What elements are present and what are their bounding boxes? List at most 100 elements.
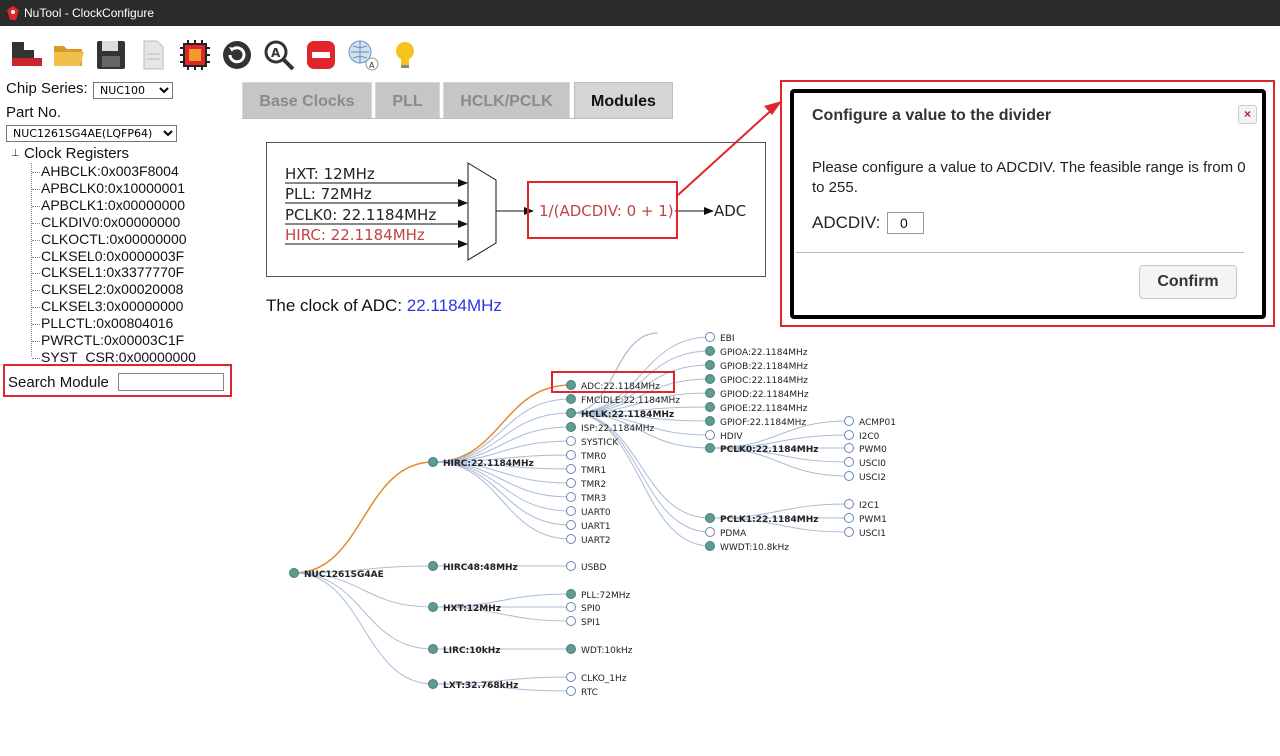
register-item[interactable]: PLLCTL:0x00804016 [41,315,173,331]
module-node[interactable]: TMR3 [580,494,606,504]
register-item[interactable]: AHBCLK:0x003F8004 [41,163,179,179]
module-node[interactable]: WDT:10kHz [581,646,633,656]
tree-node-dot[interactable] [844,499,854,509]
tree-node-dot[interactable] [566,422,576,432]
module-node[interactable]: ACMP01 [859,418,896,428]
mux-input-hirc[interactable]: HIRC: 22.1184MHz [285,226,425,244]
tree-node-dot[interactable] [566,408,576,418]
module-node[interactable]: GPIOA:22.1184MHz [720,348,808,358]
open-folder-icon[interactable] [52,38,86,72]
chip-series-select[interactable]: NUC100 [93,82,173,99]
tree-node-dot[interactable] [428,602,438,612]
tree-node-dot[interactable] [844,443,854,453]
tab-modules[interactable]: Modules [574,82,673,119]
tree-node-dot[interactable] [566,686,576,696]
module-node[interactable]: USBD [581,563,606,573]
module-node[interactable]: USCI1 [859,529,886,539]
module-node[interactable]: TMR2 [580,480,606,490]
globe-language-icon[interactable]: A [346,38,380,72]
module-node[interactable]: GPIOB:22.1184MHz [720,362,808,372]
tree-node-dot[interactable] [705,541,715,551]
tree-node-dot[interactable] [844,471,854,481]
tree-node-dot[interactable] [705,513,715,523]
search-zoom-icon[interactable]: A [262,38,296,72]
module-node[interactable]: UART1 [581,522,611,532]
tree-node-dot[interactable] [566,534,576,544]
register-item[interactable]: CLKSEL1:0x3377770F [41,264,184,280]
clock-registers-tree-root[interactable]: Clock Registers [24,145,129,162]
tree-node-dot[interactable] [566,561,576,571]
chip-stack-icon[interactable] [10,38,44,72]
register-item[interactable]: SYST_CSR:0x00000000 [41,349,196,365]
new-document-icon[interactable] [136,38,170,72]
module-node[interactable]: ISP:22.1184MHz [581,424,655,434]
tree-node-dot[interactable] [844,527,854,537]
tree-node-dot[interactable] [705,443,715,453]
module-node[interactable]: PCLK1:22.1184MHz [720,515,819,525]
register-item[interactable]: CLKDIV0:0x00000000 [41,214,180,230]
register-item[interactable]: CLKSEL0:0x0000003F [41,248,184,264]
tree-node-dot[interactable] [428,561,438,571]
tab-hclk-pclk[interactable]: HCLK/PCLK [443,82,570,119]
module-node[interactable]: PWM0 [859,445,887,455]
module-node[interactable]: WWDT:10.8kHz [720,543,789,553]
tree-node-dot[interactable] [705,527,715,537]
module-node[interactable]: UART0 [581,508,611,518]
module-node[interactable]: GPIOE:22.1184MHz [720,404,808,414]
register-item[interactable]: APBCLK1:0x00000000 [41,197,185,213]
tree-node-dot[interactable] [705,416,715,426]
tree-node-dot[interactable] [289,568,299,578]
module-node[interactable]: PCLK0:22.1184MHz [720,445,819,455]
mux-input-hxt[interactable]: HXT: 12MHz [285,165,375,183]
tree-node-dot[interactable] [428,679,438,689]
tree-node-dot[interactable] [428,457,438,467]
part-no-select[interactable]: NUC1261SG4AE(LQFP64) [6,125,177,142]
module-node[interactable]: TMR0 [580,452,607,462]
tree-node-dot[interactable] [566,450,576,460]
tree-node-dot[interactable] [705,402,715,412]
tree-node-dot[interactable] [705,346,715,356]
tree-node-dot[interactable] [844,513,854,523]
mux-input-pll[interactable]: PLL: 72MHz [285,185,372,203]
tree-node-dot[interactable] [844,416,854,426]
register-item[interactable]: CLKSEL3:0x00000000 [41,298,183,314]
tree-node-dot[interactable] [705,374,715,384]
module-node[interactable]: HCLK:22.1184MHz [581,410,674,420]
tree-node-dot[interactable] [844,430,854,440]
module-node[interactable]: PDMA [720,529,747,539]
tab-pll[interactable]: PLL [375,82,440,119]
tree-node-dot[interactable] [566,602,576,612]
search-module-input[interactable] [118,373,224,391]
module-node[interactable]: FMCIDLE:22.1184MHz [581,396,680,406]
close-icon[interactable]: × [1238,105,1257,124]
module-node[interactable]: I2C0 [859,432,880,442]
chip-icon[interactable] [178,38,212,72]
tree-node-dot[interactable] [566,644,576,654]
reset-icon[interactable] [220,38,254,72]
module-node[interactable]: HDIV [720,432,743,442]
tree-node-dot[interactable] [705,388,715,398]
tree-node-dot[interactable] [566,394,576,404]
lxt-node[interactable]: LXT:32.768kHz [443,681,518,691]
adcdiv-input[interactable]: 0 [887,212,924,234]
stop-icon[interactable] [304,38,338,72]
save-disk-icon[interactable] [94,38,128,72]
register-item[interactable]: CLKSEL2:0x00020008 [41,281,183,297]
module-node[interactable]: TMR1 [580,466,606,476]
module-node[interactable]: I2C1 [859,501,879,511]
tree-node-dot[interactable] [566,589,576,599]
module-node[interactable]: RTC [581,688,598,698]
tree-node-dot[interactable] [566,520,576,530]
tree-node-dot[interactable] [705,360,715,370]
module-node[interactable]: CLKO_1Hz [581,674,627,684]
register-item[interactable]: CLKOCTL:0x00000000 [41,231,187,247]
module-node[interactable]: EBI [720,334,735,344]
tree-root-node[interactable]: NUC1261SG4AE [304,570,384,580]
module-node[interactable]: SYSTICK [581,438,619,448]
tree-node-dot[interactable] [566,506,576,516]
module-node[interactable]: USCI0 [859,459,886,469]
hirc48-node[interactable]: HIRC48:48MHz [443,563,518,573]
tree-node-dot[interactable] [566,436,576,446]
tree-node-dot[interactable] [566,616,576,626]
tree-node-dot[interactable] [844,457,854,467]
